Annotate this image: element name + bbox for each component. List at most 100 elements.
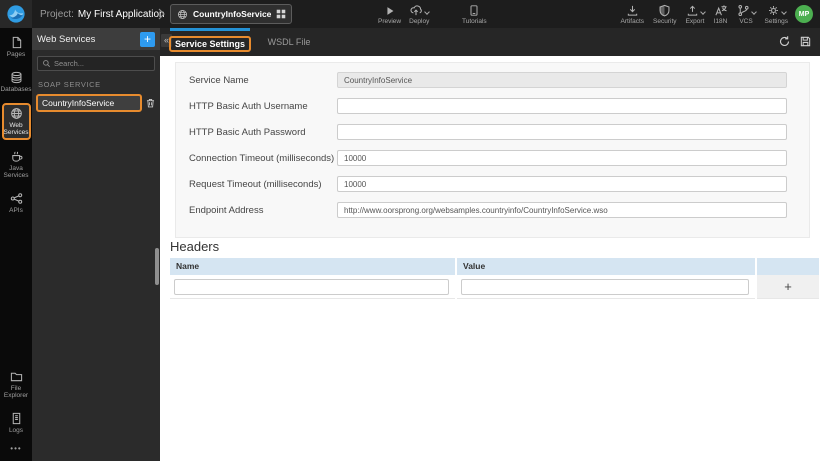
add-service-button[interactable]: + (140, 31, 155, 47)
sidebar-item-label: Logs (8, 427, 24, 434)
search-icon (42, 59, 51, 68)
coffee-cup-icon (10, 150, 23, 163)
caret-down-icon (424, 9, 431, 15)
export-label: Export (685, 18, 705, 25)
sidebar-item-file-explorer[interactable]: File Explorer (1, 367, 31, 402)
save-icon[interactable] (799, 35, 812, 48)
headers-table: Name Value + (170, 258, 819, 299)
left-nav-rail: Pages Databases Web Services Java Servic… (0, 28, 32, 461)
grid-icon[interactable] (276, 9, 286, 19)
settings-button[interactable]: Settings (764, 0, 789, 28)
form-row: HTTP Basic Auth Password (176, 119, 809, 145)
sidebar-item-label: Web Services (3, 122, 29, 136)
service-name-input (337, 72, 787, 88)
artifacts-button[interactable]: Artifacts (621, 0, 644, 28)
connection-timeout-input[interactable] (337, 150, 787, 166)
trash-icon[interactable] (145, 97, 156, 109)
refresh-icon[interactable] (778, 35, 791, 48)
search-input[interactable] (54, 59, 150, 68)
tab-label: Service Settings (168, 35, 252, 52)
breadcrumb-service-name: CountryInfoService (193, 9, 272, 19)
current-service-breadcrumb[interactable]: CountryInfoService (170, 4, 292, 24)
deploy-label: Deploy (409, 18, 430, 25)
header-value-cell (457, 275, 755, 299)
form-row: Request Timeout (milliseconds) (176, 171, 809, 197)
panel-title: Web Services (37, 33, 96, 45)
security-label: Security (653, 18, 677, 25)
more-options-icon[interactable]: ••• (10, 444, 21, 453)
header-name-input[interactable] (174, 278, 449, 295)
form-row: HTTP Basic Auth Username (176, 93, 809, 119)
tutorials-button[interactable]: Tutorials (462, 0, 487, 28)
shield-icon (658, 4, 671, 17)
sidebar-item-web-services[interactable]: Web Services (1, 103, 31, 140)
column-header-actions (757, 258, 819, 275)
cloud-upload-icon (409, 4, 423, 17)
play-icon (384, 5, 396, 17)
i18n-label: I18N (713, 18, 728, 25)
security-button[interactable]: Security (653, 0, 677, 28)
sidebar-item-label: File Explorer (3, 385, 29, 399)
request-timeout-label: Request Timeout (milliseconds) (189, 178, 322, 190)
basic-auth-username-input[interactable] (337, 98, 787, 114)
caret-down-icon (750, 9, 757, 15)
deploy-button[interactable]: Deploy (409, 0, 431, 28)
wavemaker-logo-icon (6, 4, 26, 24)
service-item-name[interactable]: CountryInfoService (36, 94, 142, 112)
user-avatar[interactable]: MP (795, 5, 813, 23)
preview-button[interactable]: Preview (378, 0, 401, 28)
main-area: « Service Settings WSDL File Service Nam… (160, 28, 820, 461)
headers-table-data-row: + (170, 275, 819, 299)
artifacts-label: Artifacts (620, 18, 645, 25)
vcs-button[interactable]: VCS (737, 0, 757, 28)
column-header-value: Value (457, 258, 755, 275)
soap-service-section-label: SOAP SERVICE (38, 80, 101, 89)
service-settings-form: Service Name HTTP Basic Auth Username HT… (175, 62, 810, 238)
panel-scrollbar[interactable] (155, 248, 159, 285)
panel-header: Web Services + (32, 28, 160, 50)
app-window: Project: My First Application CountryInf… (0, 0, 820, 461)
header-value-input[interactable] (461, 278, 749, 295)
api-nodes-icon (10, 192, 23, 205)
sidebar-item-label: Java Services (3, 165, 29, 179)
export-button[interactable]: Export (685, 0, 706, 28)
upload-tray-icon (686, 4, 699, 17)
preview-label: Preview (378, 18, 402, 25)
database-icon (10, 71, 23, 84)
form-row: Service Name (176, 67, 809, 93)
settings-label: Settings (764, 18, 789, 25)
chevron-right-icon (158, 8, 165, 20)
basic-auth-password-label: HTTP Basic Auth Password (189, 126, 306, 138)
globe-icon (177, 9, 188, 20)
tutorials-label: Tutorials (462, 18, 487, 25)
sidebar-item-label: Databases (0, 86, 32, 93)
sidebar-item-apis[interactable]: APIs (1, 189, 31, 217)
sidebar-item-pages[interactable]: Pages (1, 33, 31, 61)
project-breadcrumb: Project: My First Application (40, 0, 165, 28)
book-icon (468, 4, 480, 17)
service-list-item[interactable]: CountryInfoService (36, 94, 156, 112)
service-search[interactable] (37, 56, 155, 71)
sidebar-item-databases[interactable]: Databases (0, 68, 32, 96)
endpoint-address-input[interactable] (337, 202, 787, 218)
connection-timeout-label: Connection Timeout (milliseconds) (189, 152, 335, 164)
caret-down-icon (699, 9, 706, 15)
sidebar-item-java-services[interactable]: Java Services (1, 147, 31, 182)
form-row: Endpoint Address (176, 197, 809, 223)
basic-auth-password-input[interactable] (337, 124, 787, 140)
page-icon (10, 36, 23, 49)
sidebar-item-label: Pages (6, 51, 26, 58)
headers-table-header-row: Name Value (170, 258, 819, 275)
sidebar-item-logs[interactable]: Logs (1, 409, 31, 437)
tab-service-settings[interactable]: Service Settings (168, 28, 252, 56)
top-header: Project: My First Application CountryInf… (0, 0, 820, 28)
app-logo[interactable] (0, 0, 32, 28)
i18n-button[interactable]: I18N (714, 0, 728, 28)
document-icon (10, 412, 23, 425)
vcs-label: VCS (739, 18, 753, 25)
request-timeout-input[interactable] (337, 176, 787, 192)
add-header-button[interactable]: + (757, 275, 819, 299)
tab-wsdl-file[interactable]: WSDL File (256, 28, 322, 56)
caret-down-icon (780, 9, 787, 15)
tab-label: WSDL File (267, 37, 311, 47)
